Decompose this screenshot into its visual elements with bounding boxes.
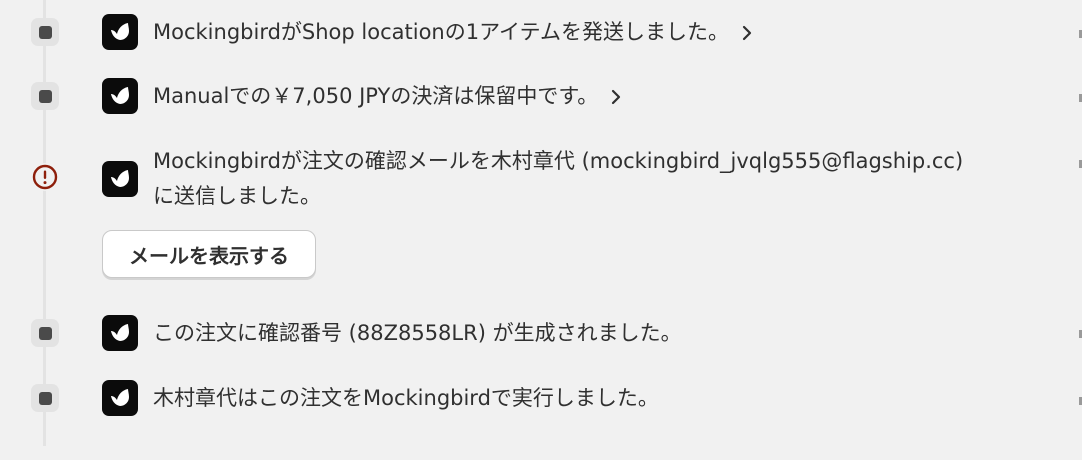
alert-circle-icon: [31, 163, 59, 191]
chevron-right-icon[interactable]: [741, 17, 753, 51]
timeline-message-continued: に送信しました。: [153, 184, 321, 208]
timeline-message-link[interactable]: MockingbirdがShop locationの1アイテムを発送しました。: [153, 15, 753, 51]
timeline-dot: [38, 391, 52, 405]
timeline-marker: [30, 81, 60, 111]
timeline-marker: [30, 318, 60, 348]
timeline-message: 木村章代はこの注文をMockingbirdで実行しました。: [153, 386, 659, 410]
timeline-dot: [38, 326, 52, 340]
view-email-button[interactable]: メールを表示する: [102, 230, 316, 278]
timeline-message-link[interactable]: Manualでの￥7,050 JPYの決済は保留中です。: [153, 79, 622, 115]
bird-logo-icon: [102, 380, 138, 416]
bird-logo-icon: [102, 14, 138, 50]
bird-logo-icon: [102, 78, 138, 114]
bird-logo-icon: [102, 315, 138, 351]
timeline-dot: [38, 25, 52, 39]
timeline-message: Mockingbirdが注文の確認メールを木村章代 (mockingbird_j…: [153, 149, 964, 173]
timeline-marker: [30, 383, 60, 413]
chevron-right-icon[interactable]: [610, 81, 622, 115]
timeline-message: MockingbirdがShop locationの1アイテムを発送しました。: [153, 20, 729, 44]
timeline-line: [43, 0, 46, 446]
timeline-message: Manualでの￥7,050 JPYの決済は保留中です。: [153, 84, 599, 108]
bird-logo-icon: [102, 161, 138, 197]
timeline-message: この注文に確認番号 (88Z8558LR) が生成されました。: [153, 321, 682, 345]
timeline-marker: [30, 162, 60, 192]
timeline-dot: [38, 89, 52, 103]
timeline-marker: [30, 17, 60, 47]
